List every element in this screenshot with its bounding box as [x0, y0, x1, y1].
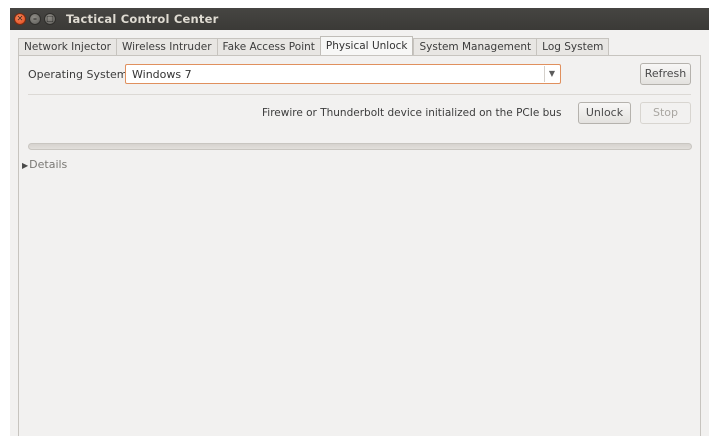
unlock-button[interactable]: Unlock	[578, 102, 631, 124]
details-expander[interactable]: ▶Details	[22, 158, 67, 171]
os-selected-value: Windows 7	[132, 68, 192, 81]
dropdown-arrow-icon[interactable]: ▼	[544, 66, 559, 82]
minimize-icon: –	[33, 14, 37, 23]
close-window-button[interactable]: ✕	[14, 13, 26, 25]
os-select[interactable]: Windows 7 ▼	[125, 64, 561, 84]
tab-physical-unlock[interactable]: Physical Unlock	[319, 36, 414, 55]
tab-network-injector[interactable]: Network Injector	[18, 38, 116, 55]
expander-arrow-icon: ▶	[22, 161, 29, 170]
titlebar: ✕ – □ Tactical Control Center	[10, 8, 709, 30]
progress-bar	[28, 143, 692, 150]
tab-fake-access-point[interactable]: Fake Access Point	[216, 38, 320, 55]
minimize-window-button[interactable]: –	[29, 13, 41, 25]
window-title: Tactical Control Center	[66, 12, 219, 26]
tab-system-management[interactable]: System Management	[413, 38, 537, 55]
os-label: Operating System:	[28, 68, 132, 81]
refresh-button[interactable]: Refresh	[640, 63, 691, 85]
tab-log-system[interactable]: Log System	[536, 38, 610, 55]
details-label: Details	[29, 158, 68, 171]
close-icon: ✕	[16, 14, 24, 23]
separator	[28, 94, 691, 95]
status-text: Firewire or Thunderbolt device initializ…	[262, 107, 562, 119]
maximize-icon: □	[46, 14, 54, 23]
tab-wireless-intruder[interactable]: Wireless Intruder	[115, 38, 217, 55]
maximize-window-button[interactable]: □	[44, 13, 56, 25]
stop-button[interactable]: Stop	[640, 102, 691, 124]
tab-bar: Network Injector Wireless Intruder Fake …	[18, 36, 610, 56]
